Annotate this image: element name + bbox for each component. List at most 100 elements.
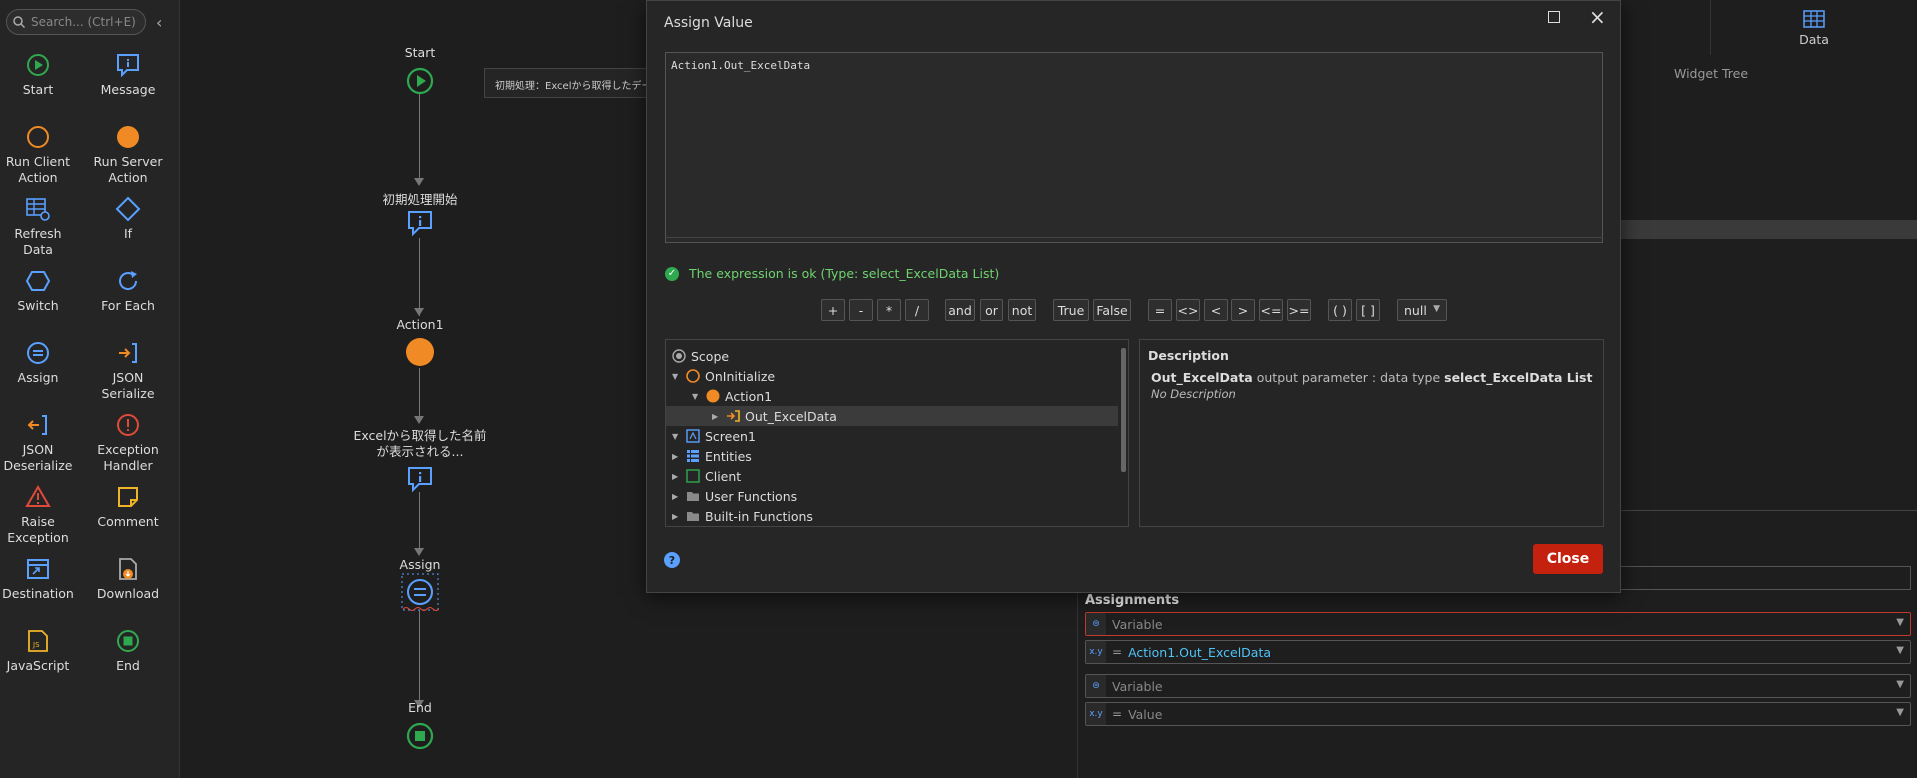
widget-tree-header[interactable]: Widget Tree: [1674, 66, 1748, 81]
op-less-equal-button[interactable]: <=: [1259, 299, 1283, 321]
assignment-variable-field[interactable]: ⊜ Variable ▼: [1085, 674, 1911, 698]
op-less-than-button[interactable]: <: [1204, 299, 1228, 321]
op-greater-equal-button[interactable]: >=: [1287, 299, 1311, 321]
close-icon[interactable]: ×: [1589, 5, 1606, 29]
assignment-variable-field[interactable]: ⊜ Variable ▼: [1085, 612, 1911, 636]
op-true-button[interactable]: True: [1053, 299, 1089, 321]
op-equals-button[interactable]: =: [1148, 299, 1172, 321]
tool-destination[interactable]: Destination: [0, 556, 78, 602]
tree-item-action1[interactable]: ▼ Action1: [692, 386, 1128, 406]
value-placeholder: Value: [1128, 706, 1163, 722]
tool-assign[interactable]: Assign: [0, 340, 78, 386]
op-not-equals-button[interactable]: <>: [1176, 299, 1200, 321]
op-brackets-button[interactable]: [ ]: [1356, 299, 1380, 321]
tree-item-oninitialize[interactable]: ▼ OnInitialize: [672, 366, 1117, 386]
flow-connector: [419, 610, 420, 704]
op-not-button[interactable]: not: [1008, 299, 1036, 321]
node-action1-label: Action1: [396, 317, 444, 332]
node-assign-label: Assign: [399, 557, 441, 572]
tree-item-screen1[interactable]: ▼ Screen1: [672, 426, 1117, 446]
data-grid-icon: [1803, 10, 1825, 28]
op-multiply-button[interactable]: *: [877, 299, 901, 321]
tool-end[interactable]: End: [88, 628, 168, 674]
tool-label: Destination: [2, 586, 74, 601]
flow-comment[interactable]: 初期処理：Excelから取得したデー: [484, 68, 654, 98]
collapse-chevron-icon[interactable]: ‹: [156, 13, 162, 32]
scope-tree[interactable]: Scope ▼ OnInitialize ▼ Action1 ▶ Out_Exc…: [665, 339, 1129, 527]
help-icon[interactable]: ?: [664, 552, 680, 568]
folder-icon: [687, 492, 699, 501]
tool-label: If: [123, 226, 133, 241]
assign-icon: [27, 342, 49, 364]
client-action-icon: [686, 369, 700, 383]
tree-item-built-in-functions[interactable]: ▶ Built-in Functions: [672, 506, 1117, 526]
message2-node[interactable]: [406, 465, 434, 493]
tool-raise-exception[interactable]: Raise Exception: [0, 484, 78, 546]
dialog-title: Assign Value: [664, 15, 753, 31]
end-node[interactable]: [406, 722, 434, 750]
tool-javascript[interactable]: JS JavaScript: [0, 628, 78, 674]
close-button[interactable]: Close: [1533, 544, 1603, 574]
screen-icon: [686, 429, 700, 443]
json-deserialize-icon: [27, 415, 47, 435]
tool-refresh-data[interactable]: Refresh Data: [0, 196, 78, 258]
tree-item-out-exceldata[interactable]: ▶ Out_ExcelData: [666, 406, 1118, 426]
op-false-button[interactable]: False: [1093, 299, 1131, 321]
output-parameter-icon: [727, 410, 740, 422]
tree-item-scope[interactable]: Scope: [672, 346, 1117, 366]
op-and-button[interactable]: and: [945, 299, 975, 321]
search-input[interactable]: Search... (Ctrl+E): [6, 9, 146, 35]
tool-switch[interactable]: Switch: [0, 268, 78, 314]
expression-status: ✓ The expression is ok (Type: select_Exc…: [665, 266, 999, 281]
assignment-value-field[interactable]: x.y = Action1.Out_ExcelData ▼: [1085, 640, 1911, 664]
assign-node[interactable]: [401, 573, 439, 611]
assignment-value: Action1.Out_ExcelData: [1128, 644, 1272, 660]
dropdown-arrow-icon: ▼: [1896, 617, 1904, 628]
op-divide-button[interactable]: /: [905, 299, 929, 321]
tool-label: Comment: [97, 514, 159, 529]
tool-message[interactable]: Message: [88, 52, 168, 98]
expression-editor[interactable]: Action1.Out_ExcelData: [665, 52, 1603, 243]
tree-item-client[interactable]: ▶ Client: [672, 466, 1117, 486]
variable-placeholder: Variable: [1112, 616, 1163, 632]
start-node[interactable]: [406, 67, 434, 95]
tool-exception-handler[interactable]: Exception Handler: [88, 412, 168, 474]
op-parentheses-button[interactable]: ( ): [1328, 299, 1352, 321]
tab-data[interactable]: Data: [1710, 0, 1917, 55]
tool-json-deserialize[interactable]: JSON Deserialize: [0, 412, 78, 474]
toolbox: Search... (Ctrl+E) ‹ Start Message Run C…: [0, 0, 180, 778]
assignment-value-field[interactable]: x.y = Value ▼: [1085, 702, 1911, 726]
tree-scrollbar[interactable]: [1121, 348, 1126, 472]
svg-text:JS: JS: [32, 641, 40, 649]
maximize-icon[interactable]: [1548, 11, 1560, 23]
action1-node[interactable]: [405, 337, 435, 367]
tree-item-entities[interactable]: ▶ Entities: [672, 446, 1117, 466]
expression-editor-scrollbar: [665, 237, 1603, 238]
null-select[interactable]: null ▼: [1397, 299, 1447, 321]
tool-label: Run Server Action: [93, 154, 163, 185]
tool-label: Exception Handler: [97, 442, 159, 473]
op-minus-button[interactable]: -: [849, 299, 873, 321]
tool-download[interactable]: Download: [88, 556, 168, 602]
tool-start[interactable]: Start: [0, 52, 78, 98]
tool-for-each[interactable]: For Each: [88, 268, 168, 314]
tool-json-serialize[interactable]: JSON Serialize: [88, 340, 168, 402]
tool-run-client-action[interactable]: Run Client Action: [0, 124, 78, 186]
destination-icon: [27, 559, 49, 579]
tree-label: OnInitialize: [705, 368, 776, 384]
folder-icon: [687, 512, 699, 521]
json-serialize-icon: [119, 343, 137, 363]
tool-if[interactable]: If: [88, 196, 168, 242]
tree-label: User Functions: [705, 488, 798, 504]
name-field[interactable]: [1620, 566, 1911, 590]
tool-label: JavaScript: [6, 658, 70, 673]
variable-placeholder: Variable: [1112, 678, 1163, 694]
op-greater-than-button[interactable]: >: [1231, 299, 1255, 321]
tool-run-server-action[interactable]: Run Server Action: [88, 124, 168, 186]
message-node[interactable]: [406, 209, 434, 237]
tool-comment[interactable]: Comment: [88, 484, 168, 530]
tool-label: End: [116, 658, 140, 673]
tree-item-user-functions[interactable]: ▶ User Functions: [672, 486, 1117, 506]
op-plus-button[interactable]: +: [821, 299, 845, 321]
op-or-button[interactable]: or: [980, 299, 1003, 321]
